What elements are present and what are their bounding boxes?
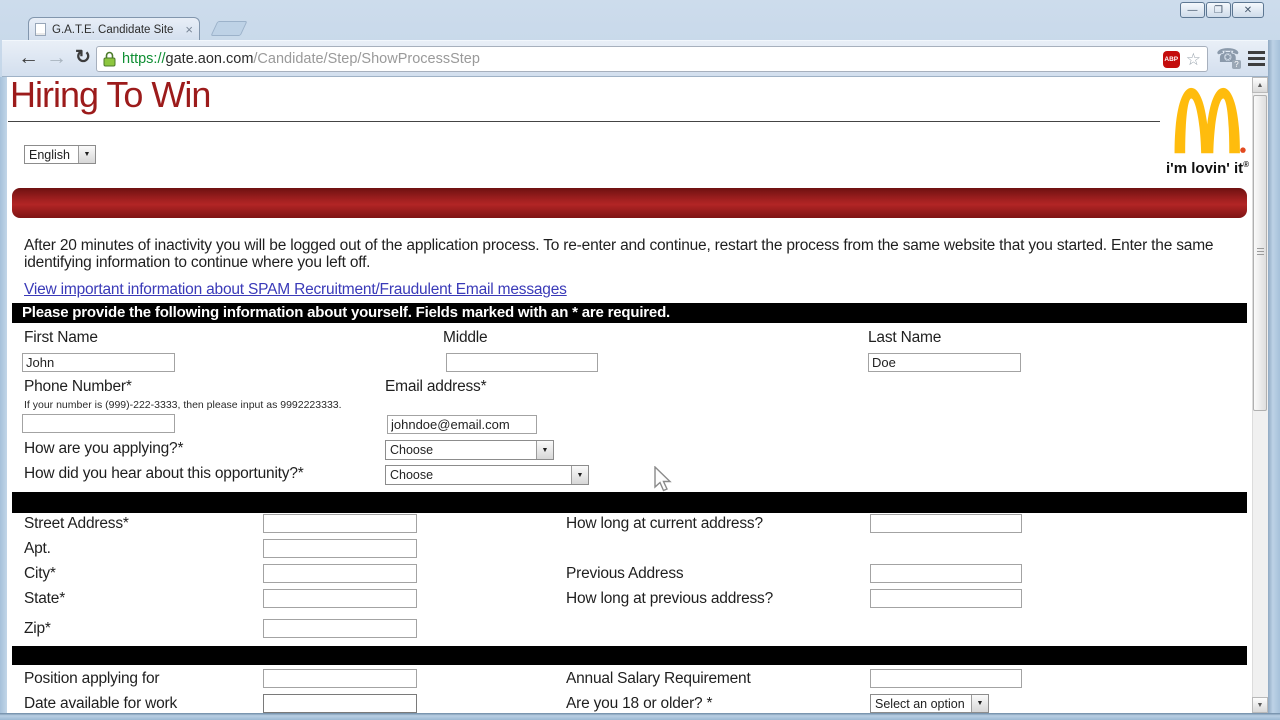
url-scheme: https:// <box>122 51 166 67</box>
phone-label: Phone Number* <box>24 378 132 396</box>
section-header-bar: Please provide the following information… <box>12 303 1247 323</box>
minimize-button[interactable]: — <box>1180 2 1205 18</box>
address-bar[interactable]: https://gate.aon.com/Candidate/Step/Show… <box>96 46 1208 72</box>
scrollbar-thumb[interactable] <box>1253 95 1267 411</box>
state-label: State* <box>24 590 65 608</box>
adblock-icon[interactable]: ABP <box>1163 51 1180 68</box>
street-label: Street Address* <box>24 515 129 533</box>
city-label: City* <box>24 565 56 583</box>
ssl-lock-icon <box>103 51 116 67</box>
applying-select[interactable]: Choose ▼ <box>385 440 554 460</box>
page-title: Hiring To Win <box>10 74 210 116</box>
scroll-up-icon[interactable]: ▲ <box>1252 77 1268 93</box>
is-adult-label: Are you 18 or older? * <box>566 695 712 713</box>
section-divider-bar <box>12 646 1247 665</box>
tab-title: G.A.T.E. Candidate Site <box>52 24 181 36</box>
last-name-input[interactable] <box>868 353 1021 372</box>
url-host: gate.aon.com <box>166 51 254 67</box>
apt-input[interactable] <box>263 539 417 558</box>
salary-label: Annual Salary Requirement <box>566 670 751 688</box>
window-frame-bottom <box>0 713 1280 720</box>
heard-select[interactable]: Choose ▼ <box>385 465 589 485</box>
window-frame-right <box>1268 40 1280 720</box>
window-frame-left <box>0 77 7 720</box>
position-input[interactable] <box>263 669 417 688</box>
street-input[interactable] <box>263 514 417 533</box>
middle-name-label: Middle <box>443 329 487 347</box>
reload-icon[interactable]: ↻ <box>75 44 91 72</box>
url-text[interactable]: https://gate.aon.com/Candidate/Step/Show… <box>122 51 1163 67</box>
phone-format-hint: If your number is (999)-222-3333, then p… <box>24 399 342 411</box>
previous-address-input[interactable] <box>870 564 1022 583</box>
chevron-down-icon[interactable]: ▼ <box>971 695 988 712</box>
phone-input[interactable] <box>22 414 175 433</box>
back-icon[interactable]: ← <box>18 44 39 72</box>
zip-label: Zip* <box>24 620 51 638</box>
maximize-button[interactable]: ❐ <box>1206 2 1231 18</box>
mouse-cursor <box>653 466 673 494</box>
red-banner <box>12 188 1247 218</box>
chevron-down-icon[interactable]: ▼ <box>78 146 95 163</box>
first-name-input[interactable] <box>22 353 175 372</box>
previous-length-label: How long at previous address? <box>566 590 773 608</box>
heard-label: How did you hear about this opportunity?… <box>24 465 304 483</box>
new-tab-button[interactable] <box>211 21 248 36</box>
position-label: Position applying for <box>24 670 159 688</box>
chevron-down-icon[interactable]: ▼ <box>536 441 553 459</box>
state-input[interactable] <box>263 589 417 608</box>
language-select[interactable]: English ▼ <box>24 145 96 164</box>
email-label: Email address* <box>385 378 486 396</box>
inactivity-notice: After 20 minutes of inactivity you will … <box>24 238 1236 271</box>
close-button[interactable]: ✕ <box>1232 2 1264 18</box>
date-available-label: Date available for work <box>24 695 177 713</box>
current-length-label: How long at current address? <box>566 515 763 533</box>
bookmark-star-icon[interactable]: ☆ <box>1186 51 1201 68</box>
logo-tagline: i'm lovin' it® <box>1166 160 1249 177</box>
phone-extension-badge: ? <box>1232 60 1241 69</box>
first-name-label: First Name <box>24 329 98 347</box>
spam-info-link[interactable]: View important information about SPAM Re… <box>24 281 567 299</box>
section-divider-bar <box>12 492 1247 513</box>
previous-address-label: Previous Address <box>566 565 683 583</box>
is-adult-select[interactable]: Select an option ▼ <box>870 694 989 713</box>
header-divider <box>8 121 1160 122</box>
last-name-label: Last Name <box>868 329 941 347</box>
browser-window: G.A.T.E. Candidate Site × — ❐ ✕ ← → ↻ ht… <box>0 0 1280 720</box>
date-available-input[interactable] <box>263 694 417 713</box>
email-input[interactable] <box>387 415 537 434</box>
zip-input[interactable] <box>263 619 417 638</box>
page-viewport <box>7 77 1252 713</box>
tab-close-icon[interactable]: × <box>185 23 193 36</box>
applying-label: How are you applying?* <box>24 440 183 458</box>
mcdonalds-arches-logo <box>1170 80 1246 158</box>
current-length-input[interactable] <box>870 514 1022 533</box>
city-input[interactable] <box>263 564 417 583</box>
language-selected: English <box>25 148 78 162</box>
chrome-menu-icon[interactable] <box>1248 51 1265 69</box>
middle-name-input[interactable] <box>446 353 598 372</box>
scrollbar-grip <box>1257 248 1264 255</box>
apt-label: Apt. <box>24 540 51 558</box>
page-favicon-icon <box>35 23 46 36</box>
forward-icon[interactable]: → <box>46 44 67 72</box>
browser-tab[interactable]: G.A.T.E. Candidate Site × <box>28 17 200 41</box>
url-path: /Candidate/Step/ShowProcessStep <box>253 51 480 67</box>
previous-length-input[interactable] <box>870 589 1022 608</box>
scroll-down-icon[interactable]: ▼ <box>1252 697 1268 713</box>
chevron-down-icon[interactable]: ▼ <box>571 466 588 484</box>
salary-input[interactable] <box>870 669 1022 688</box>
